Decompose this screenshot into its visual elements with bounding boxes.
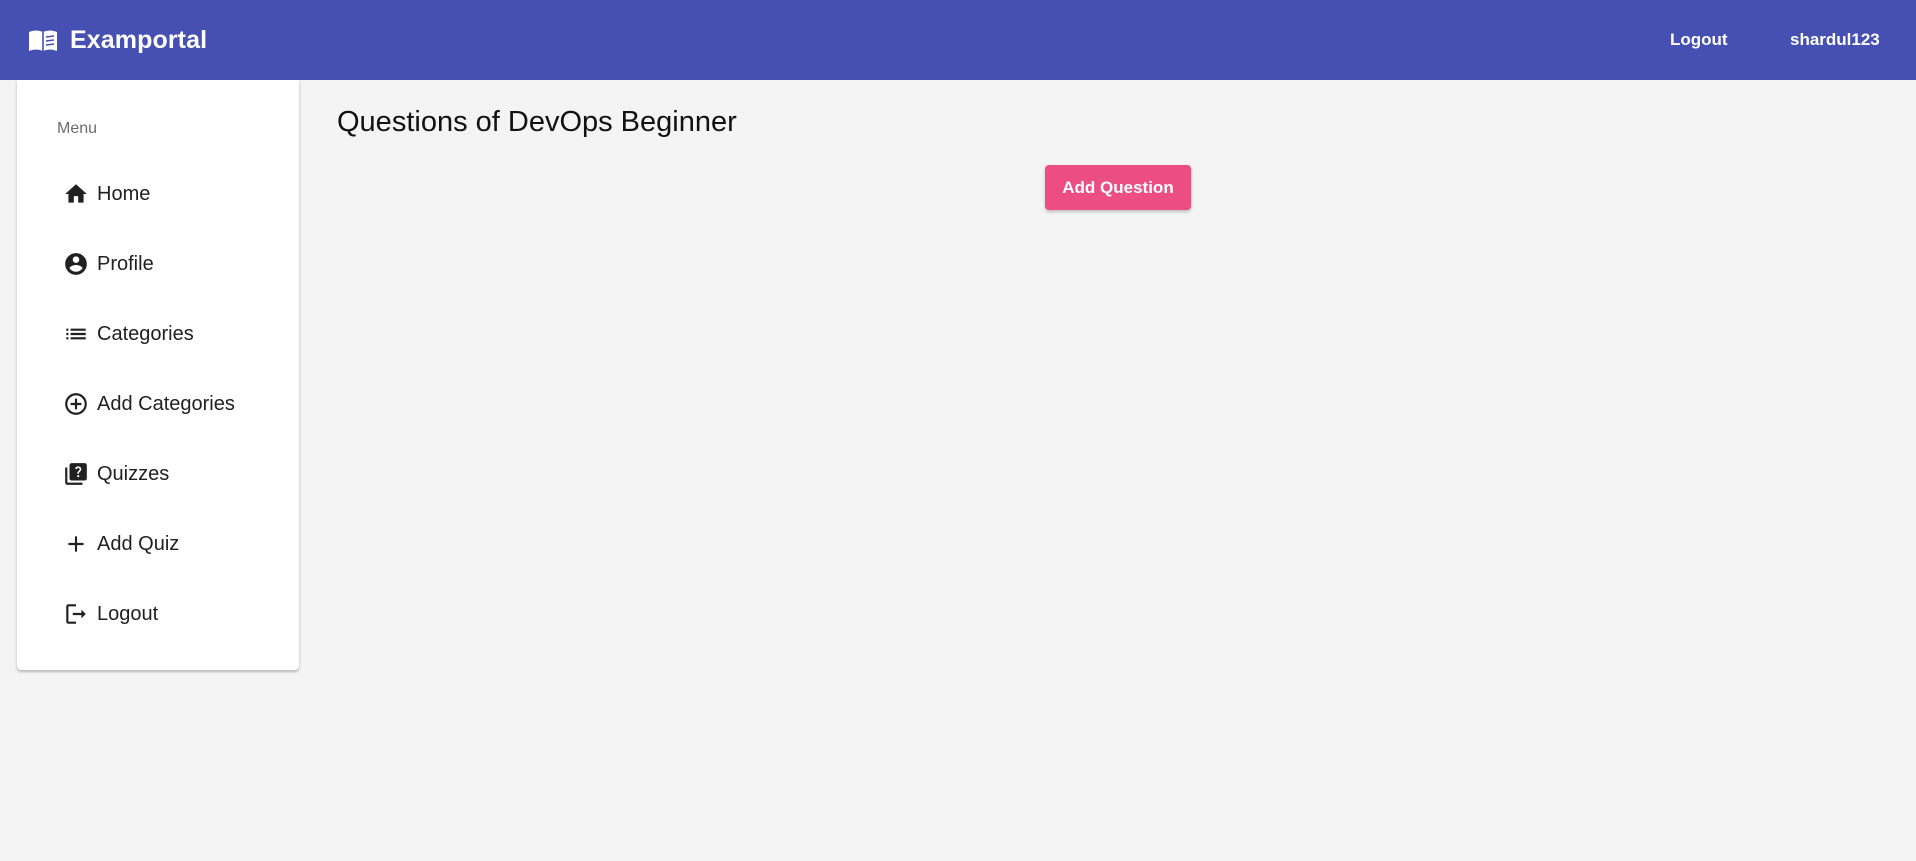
- list-icon: [62, 320, 90, 348]
- logout-icon: [62, 600, 90, 628]
- open-book-icon: [28, 27, 58, 53]
- account-circle-icon: [62, 250, 90, 278]
- quiz-icon: [62, 460, 90, 488]
- top-toolbar: Examportal Logout shardul123: [0, 0, 1916, 80]
- sidebar-item-label: Home: [97, 182, 151, 205]
- add-question-button[interactable]: Add Question: [1045, 165, 1191, 210]
- sidebar-item-label: Profile: [97, 252, 154, 275]
- header-logout-button[interactable]: Logout: [1670, 0, 1728, 80]
- sidebar-item-add-categories[interactable]: Add Categories: [17, 376, 299, 432]
- sidebar-item-add-quiz[interactable]: Add Quiz: [17, 516, 299, 572]
- sidebar-item-categories[interactable]: Categories: [17, 306, 299, 362]
- sidebar-item-quizzes[interactable]: Quizzes: [17, 446, 299, 502]
- page-title: Questions of DevOps Beginner: [337, 106, 737, 138]
- add-circle-outline-icon: [62, 390, 90, 418]
- home-icon: [62, 180, 90, 208]
- add-icon: [62, 530, 90, 558]
- sidebar-item-logout[interactable]: Logout: [17, 586, 299, 642]
- sidebar-item-home[interactable]: Home: [17, 166, 299, 222]
- sidebar-item-label: Categories: [97, 322, 194, 345]
- brand[interactable]: Examportal: [28, 0, 207, 80]
- sidebar-item-profile[interactable]: Profile: [17, 236, 299, 292]
- sidebar-item-label: Quizzes: [97, 462, 170, 485]
- app-title: Examportal: [70, 25, 208, 54]
- sidebar: Menu Home Profile Categories Add Categor…: [17, 80, 299, 670]
- sidebar-item-label: Add Quiz: [97, 532, 180, 555]
- sidebar-item-label: Add Categories: [97, 392, 235, 415]
- username-button[interactable]: shardul123: [1790, 0, 1880, 80]
- sidebar-item-label: Logout: [97, 602, 159, 625]
- menu-heading: Menu: [57, 120, 98, 137]
